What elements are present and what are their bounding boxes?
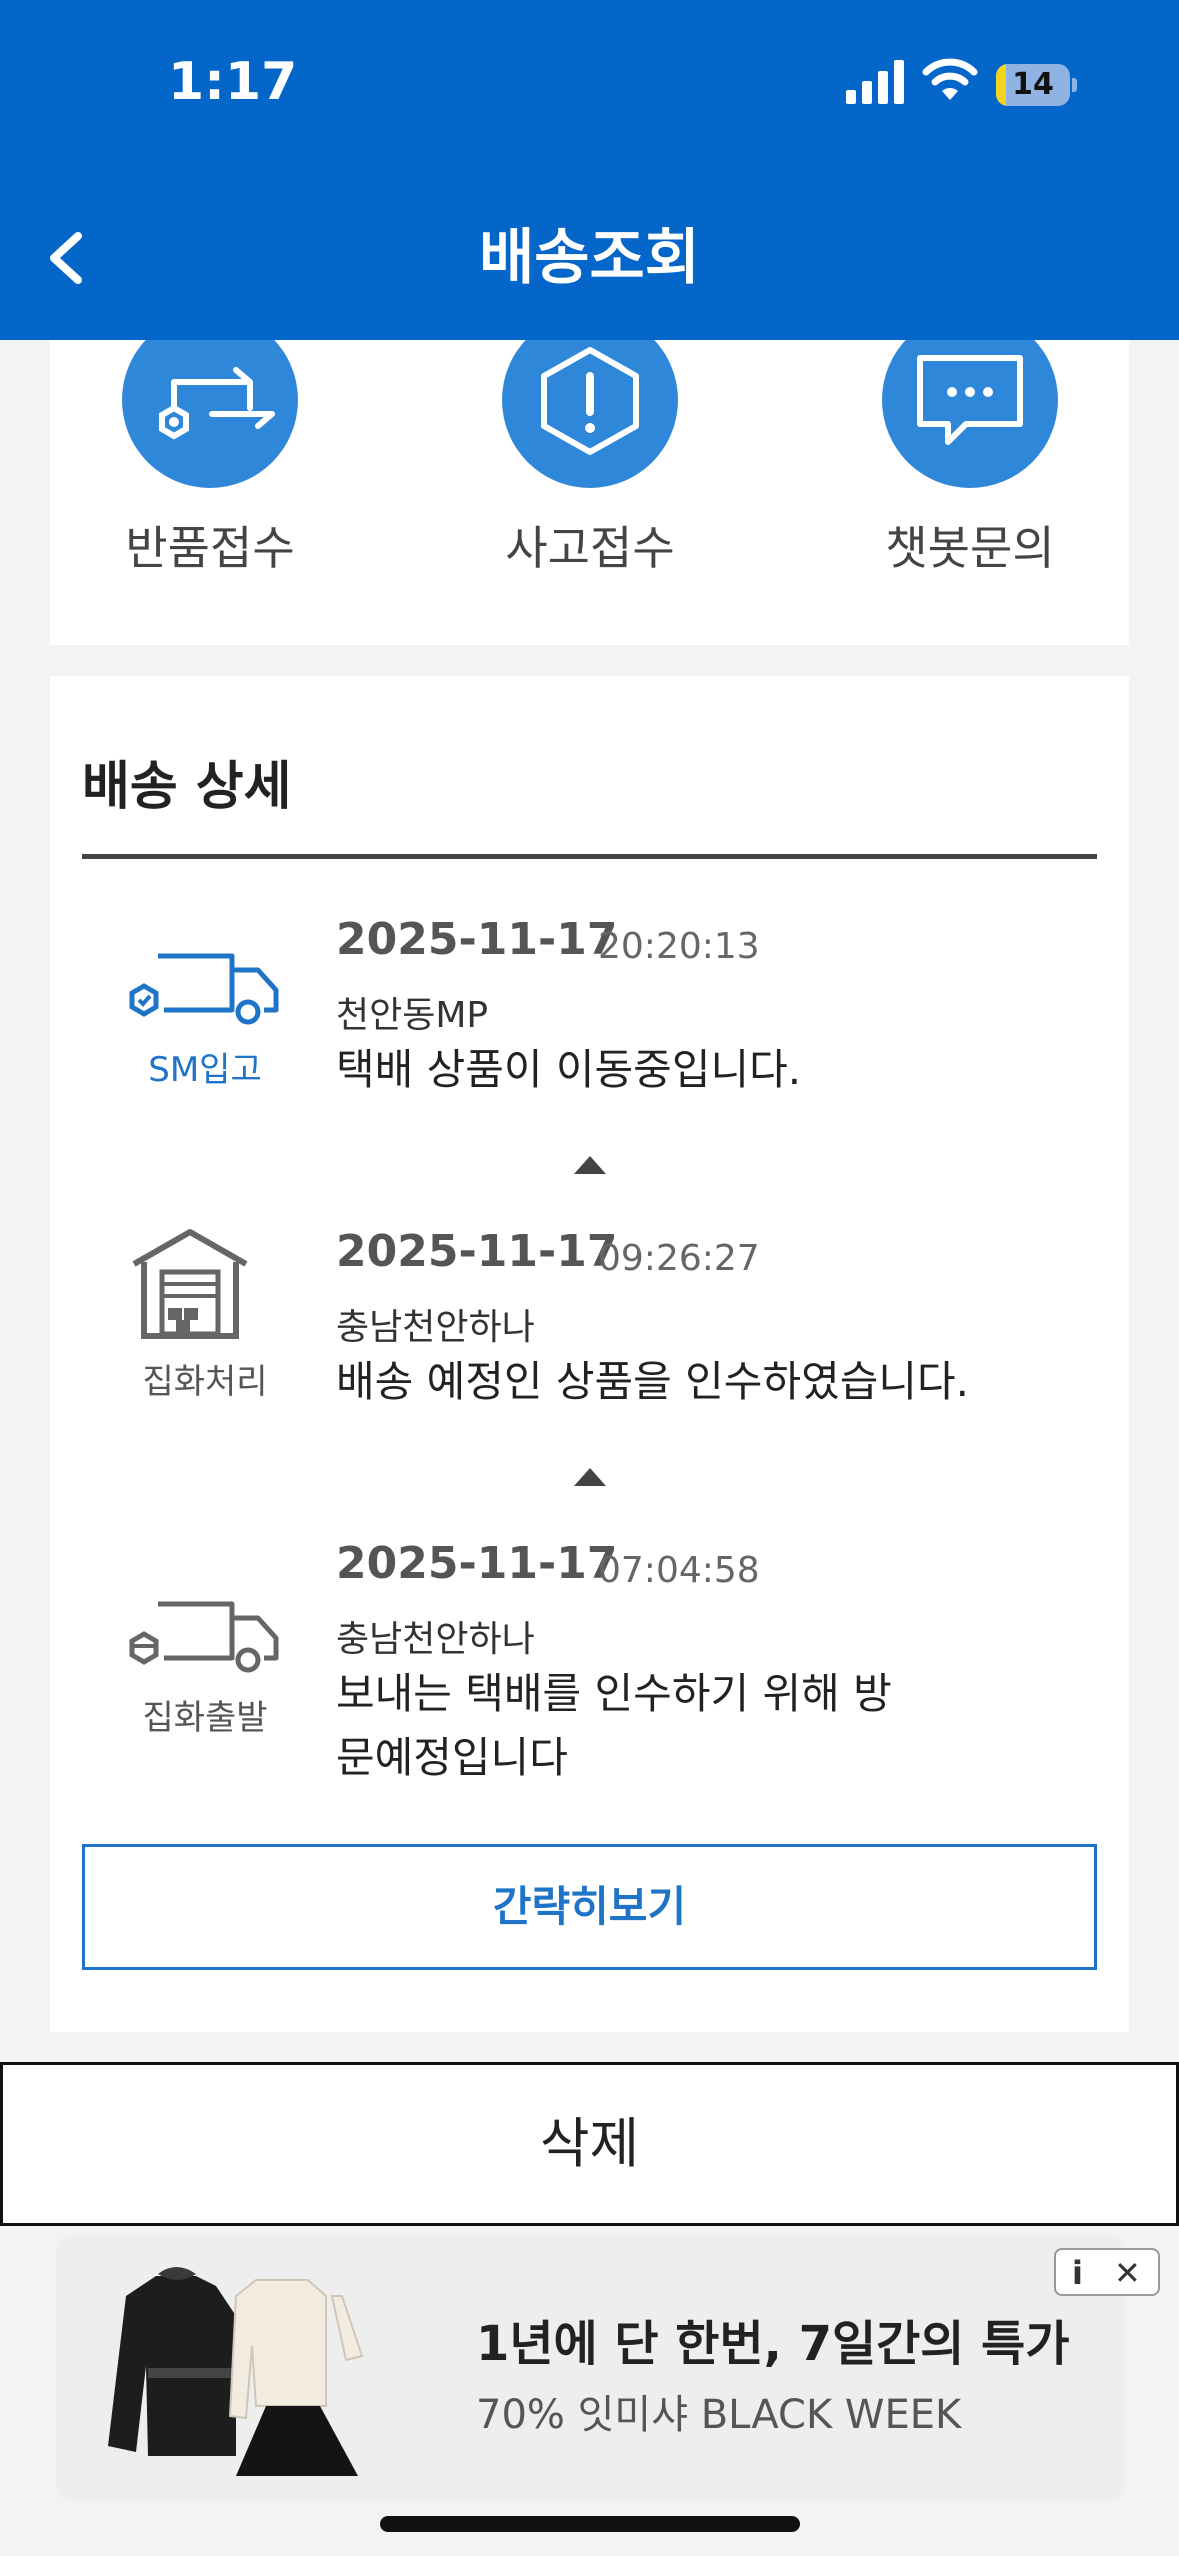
clothing-image (108, 2267, 364, 2476)
event-time: 20:20:13 (598, 926, 760, 967)
delete-button[interactable]: 삭제 (0, 2062, 1179, 2226)
ad-headline: 1년에 단 한번, 7일간의 특가 (476, 2316, 1070, 2372)
accident-report-button[interactable]: 사고접수 (460, 300, 720, 645)
event-date: 2025-11-17 (336, 1226, 618, 1277)
event-status: 집화출발 (142, 1698, 268, 1738)
arrow-up-icon (574, 1468, 606, 1486)
event-message: 배송 예정인 상품을 인수하였습니다. (336, 1357, 970, 1406)
event-status: 집화처리 (142, 1362, 268, 1402)
return-request-button[interactable]: 반품접수 (80, 300, 340, 645)
event-time: 07:04:58 (598, 1550, 760, 1591)
arrow-up-icon (574, 1156, 606, 1174)
ad-banner[interactable]: 1년에 단 한번, 7일간의 특가 70% 잇미샤 BLACK WEEK (56, 2236, 1124, 2500)
app-header: 1:17 14 배송조회 (0, 0, 1179, 340)
battery-level: 14 (1012, 67, 1054, 102)
battery-icon: 14 (996, 64, 1077, 106)
wifi-icon (922, 58, 978, 100)
ad-close-icon[interactable]: ✕ (1114, 2254, 1141, 2292)
chatbot-inquiry-button[interactable]: 챗봇문의 (840, 300, 1100, 645)
divider (82, 854, 1097, 859)
quick-actions-card: 반품접수 사고접수 챗봇문의 (50, 300, 1129, 645)
page-title: 배송조회 (479, 223, 700, 293)
event-message: 보내는 택배를 인수하기 위해 방문예정입니다 (336, 1669, 892, 1782)
ad-info-icon[interactable]: i (1072, 2254, 1083, 2292)
brief-view-button[interactable]: 간략히보기 (82, 1844, 1097, 1970)
event-message: 택배 상품이 이동중입니다. (336, 1045, 802, 1094)
action-label-return: 반품접수 (125, 521, 295, 575)
cellular-signal-icon (846, 60, 904, 104)
event-status: SM입고 (148, 1050, 262, 1090)
delivery-detail-card: 배송 상세 SM입고 2025-11-17 20:20:13 천안동MP 택배 … (50, 676, 1129, 2032)
action-label-chatbot: 챗봇문의 (885, 521, 1055, 575)
event-time: 09:26:27 (598, 1238, 760, 1279)
event-location: 충남천안하나 (336, 1619, 535, 1660)
event-location: 충남천안하나 (336, 1307, 535, 1348)
truck-icon (129, 953, 279, 1025)
detail-heading: 배송 상세 (82, 757, 292, 817)
truck-icon (129, 1601, 279, 1673)
event-date: 2025-11-17 (336, 914, 618, 965)
ad-controls: i ✕ (1054, 2248, 1160, 2296)
action-label-accident: 사고접수 (505, 521, 675, 575)
ad-subtext: 70% 잇미샤 BLACK WEEK (476, 2392, 962, 2438)
home-indicator (380, 2516, 800, 2532)
warehouse-icon (132, 1229, 248, 1339)
event-date: 2025-11-17 (336, 1538, 618, 1589)
status-time: 1:17 (168, 52, 298, 112)
event-location: 천안동MP (336, 995, 489, 1036)
